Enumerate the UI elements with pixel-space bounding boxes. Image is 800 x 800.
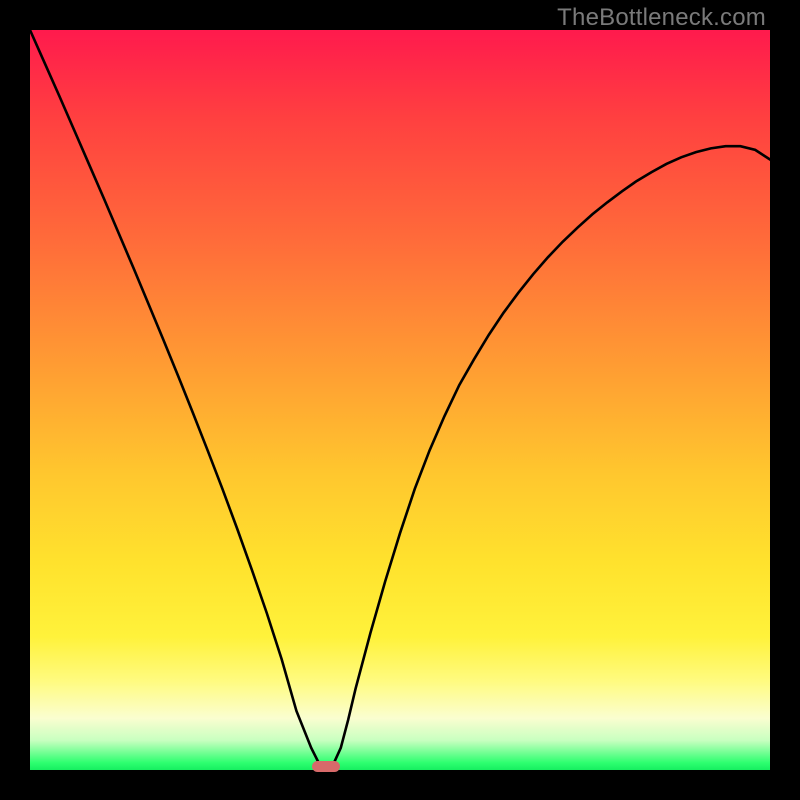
minimum-marker	[312, 761, 340, 772]
plot-frame	[0, 0, 800, 800]
watermark-text: TheBottleneck.com	[557, 4, 766, 32]
